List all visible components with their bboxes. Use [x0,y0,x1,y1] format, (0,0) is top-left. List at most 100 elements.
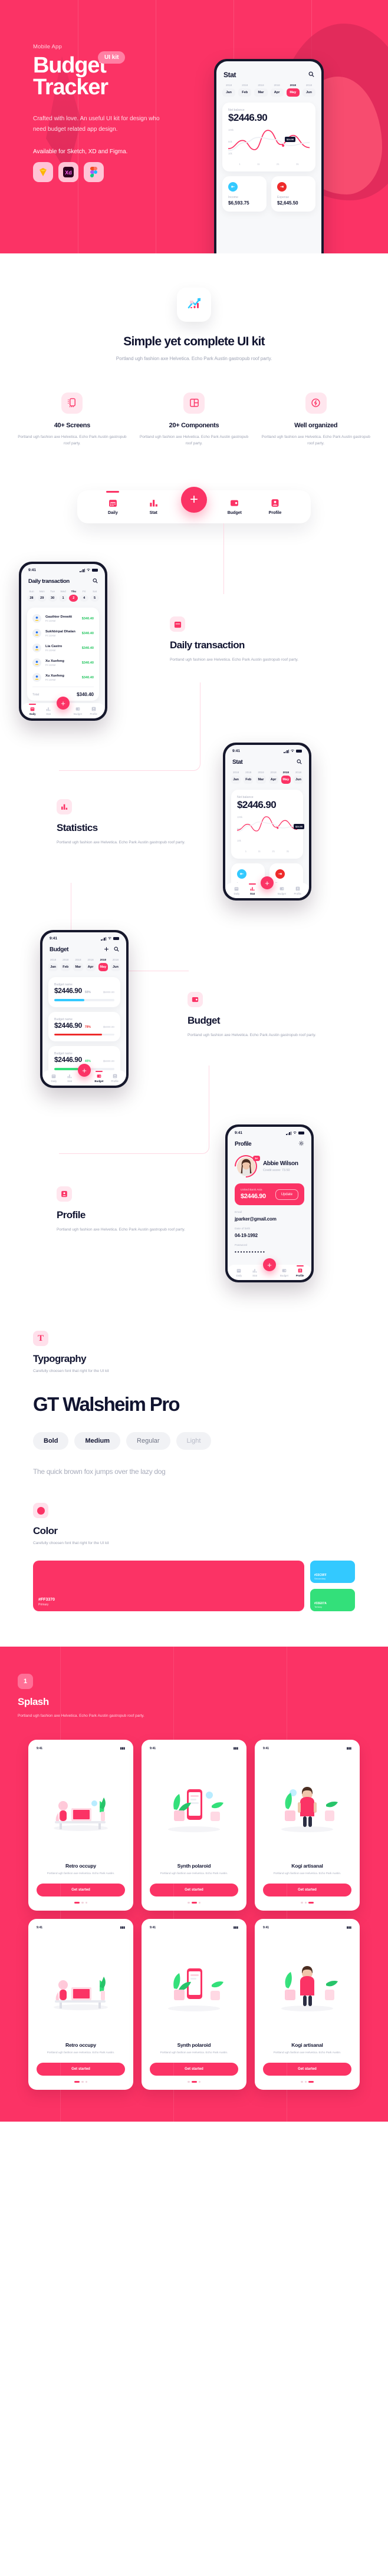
day-cell[interactable]: Sun 28 [27,590,36,602]
table-row[interactable]: Xu Xuefeng Fri 10AM $340.40 [32,655,94,670]
month-pill[interactable]: Mar [254,88,268,97]
day-number[interactable]: 5 [90,595,100,602]
month-pill[interactable]: Feb [238,88,252,97]
month-cell[interactable]: 2018 Jan [48,958,58,972]
dob-field[interactable]: Date of birth 04-19-1992 [228,1222,311,1238]
get-started-button[interactable]: Get started [263,2062,351,2076]
day-cell[interactable]: Fri 4 [80,590,89,602]
showcase-tab-daily[interactable]: Daily [99,491,126,515]
tab-daily[interactable]: Daily [25,703,41,715]
tab-budget[interactable]: Budget [274,886,290,895]
tab-budget[interactable]: Budget [277,1268,292,1277]
get-started-button[interactable]: Get started [150,1883,238,1896]
month-pill[interactable]: Jun [110,963,121,972]
weight-pill-light[interactable]: Light [176,1432,212,1450]
search-icon[interactable] [297,757,302,767]
plus-icon[interactable] [104,944,109,955]
day-number[interactable]: 1 [58,595,68,602]
month-cell[interactable]: 2018 Mar [256,771,266,784]
pagination-dots[interactable] [37,2080,125,2083]
day-number[interactable]: 29 [37,595,47,602]
get-started-button[interactable]: Get started [150,2062,238,2076]
weight-pill-regular[interactable]: Regular [126,1432,170,1450]
email-field[interactable]: Email jparker@gmail.com [228,1205,311,1222]
tab-daily[interactable]: Daily [229,886,245,895]
tab-profile[interactable]: Profile [290,886,305,895]
month-cell[interactable]: 2018 Mar [254,84,268,97]
tab-stat[interactable]: Stat [245,883,261,895]
month-cell[interactable]: 2018 May [286,84,300,97]
day-number[interactable]: 4 [80,595,89,602]
showcase-add-fab[interactable]: + [181,487,207,513]
month-pill[interactable]: Feb [244,776,254,784]
pagination-dots[interactable] [263,2080,351,2083]
search-icon[interactable] [93,576,98,586]
month-pill[interactable]: Mar [73,963,83,972]
showcase-tab-budget[interactable]: Budget [221,499,248,515]
search-icon[interactable] [308,70,314,80]
day-cell[interactable]: Sat 5 [90,590,100,602]
month-pill[interactable]: Jan [48,963,58,972]
month-cell[interactable]: 2018 Jun [110,958,121,972]
showcase-tab-bar[interactable]: Daily Stat Budget Profile + [77,487,311,524]
month-pill[interactable]: Jan [231,776,241,784]
month-selector[interactable]: 2018 Jan 2018 Feb 2018 Mar 2018 Apr 2018 May … [225,771,309,790]
month-cell[interactable]: 2018 Apr [270,84,284,97]
month-cell[interactable]: 2018 May [281,771,291,784]
search-icon[interactable] [114,944,119,955]
sketch-icon[interactable] [33,162,53,183]
day-cell[interactable]: Wed 1 [58,590,68,602]
month-pill[interactable]: Jan [222,88,236,97]
pagination-dots[interactable] [150,2080,238,2083]
month-cell[interactable]: 2018 Apr [268,771,278,784]
month-cell[interactable]: 2018 Jun [302,84,316,97]
month-cell[interactable]: 2018 Apr [86,958,96,972]
pagination-dots[interactable] [150,1901,238,1904]
pagination-dots[interactable] [37,1901,125,1904]
add-transaction-fab[interactable]: + [261,876,274,890]
weight-pill-bold[interactable]: Bold [33,1432,69,1450]
month-cell[interactable]: 2018 May [98,958,108,972]
day-cell[interactable]: Thu 2 [69,590,78,602]
month-cell[interactable]: 2018 Jan [222,84,236,97]
month-pill[interactable]: Apr [270,88,284,97]
table-row[interactable]: Sukhbirpal Dhalan Fri 10AM $340.40 [32,626,94,641]
pagination-dots[interactable] [263,1901,351,1904]
month-pill[interactable]: Jun [293,776,304,784]
month-cell[interactable]: 2018 Jan [231,771,241,784]
get-started-button[interactable]: Get started [37,1883,125,1896]
month-selector[interactable]: 2018 Jan 2018 Feb 2018 Mar 2018 Apr 2018… [216,84,321,103]
month-cell[interactable]: 2018 Mar [73,958,83,972]
day-cell[interactable]: Mon 29 [37,590,47,602]
gear-icon[interactable] [298,1139,304,1149]
tab-stat[interactable]: Stat [247,1268,263,1277]
month-pill[interactable]: Mar [256,776,266,784]
budget-card[interactable]: Budget name $2446.90 50% $5000.00 [48,977,120,1007]
figma-icon[interactable] [84,162,104,183]
weight-pill-medium[interactable]: Medium [74,1432,121,1450]
tab-stat[interactable]: Stat [41,707,57,715]
month-pill[interactable]: Apr [268,776,278,784]
showcase-tab-profile[interactable]: Profile [262,499,289,515]
month-pill[interactable]: May [281,776,291,784]
month-pill[interactable]: May [286,88,300,97]
showcase-tab-stat[interactable]: Stat [140,499,167,515]
table-row[interactable]: Gauthier Drewitt Fri 10AM $340.40 [32,611,94,626]
tab-daily[interactable]: Daily [231,1268,247,1277]
day-cell[interactable]: Tue 30 [48,590,57,602]
tab-profile[interactable]: Profile [292,1265,308,1277]
month-cell[interactable]: 2018 Feb [244,771,254,784]
budget-card[interactable]: Budget name $2446.90 79% $5000.00 [48,1011,120,1042]
day-number[interactable]: 2 [69,595,78,602]
day-selector[interactable]: Sun 28 Mon 29 Tue 30 Wed 1 Thu 2 Fri 4 Sat 5 [21,590,105,608]
add-fab[interactable]: + [263,1258,276,1272]
update-button[interactable]: Update [275,1189,298,1200]
password-field[interactable]: Password ••••••••••• [228,1238,311,1255]
month-pill[interactable]: Apr [86,963,96,972]
month-pill[interactable]: May [98,963,108,972]
xd-icon[interactable]: Xd [58,162,78,183]
month-cell[interactable]: 2018 Feb [61,958,71,972]
month-selector[interactable]: 2018 Jan 2018 Feb 2018 Mar 2018 Apr 2018 May … [42,958,126,977]
month-pill[interactable]: Jun [302,88,316,97]
get-started-button[interactable]: Get started [37,2062,125,2076]
